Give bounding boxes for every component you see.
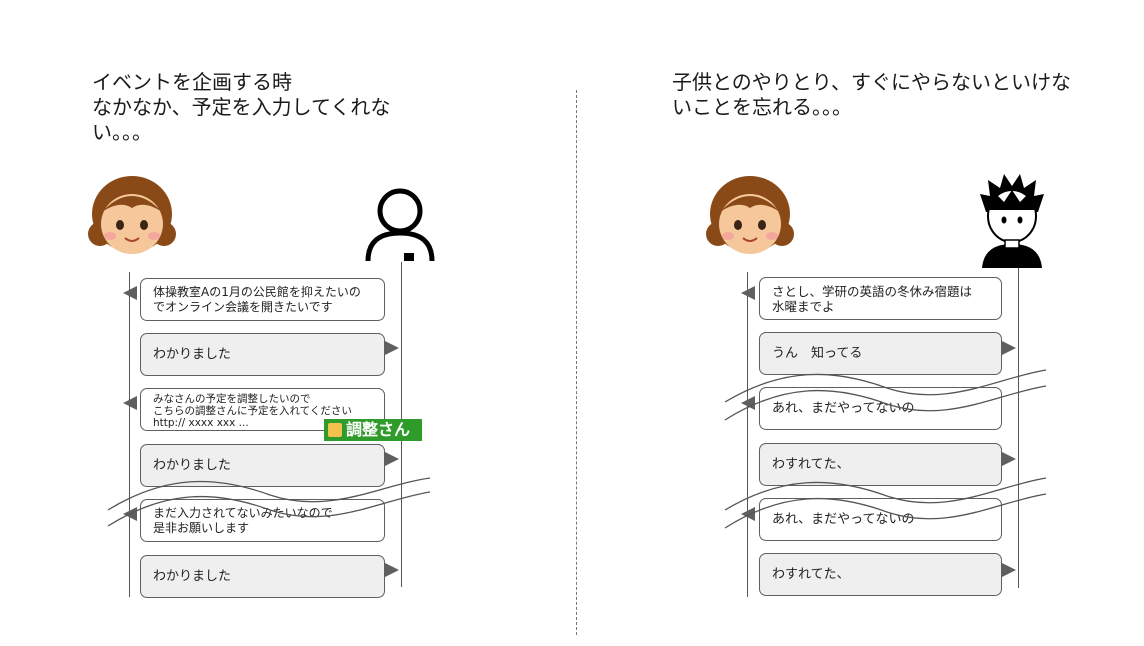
bubble-tail	[123, 396, 137, 410]
left-heading: イベントを企画する時 なかなか、予定を入力してくれない。。。	[92, 70, 391, 144]
time-gap-wave	[107, 477, 431, 527]
bubble-tail	[1002, 341, 1016, 355]
child-avatar-icon	[980, 174, 1044, 268]
user-outline-icon	[365, 188, 435, 262]
right-lane-line	[1018, 268, 1019, 588]
bubble-tail	[385, 341, 399, 355]
bubble-tail	[385, 563, 399, 577]
logo-label: 調整さん	[346, 420, 411, 439]
center-divider	[576, 90, 577, 635]
bubble-tail	[741, 286, 755, 300]
bubble-tail	[1002, 563, 1016, 577]
right-heading: 子供とのやりとり、すぐにやらないといけないことを忘れる。。。	[672, 70, 1071, 119]
mother-avatar-icon	[88, 176, 176, 254]
logo-mark-icon	[328, 423, 342, 437]
left-lane-line	[747, 272, 748, 597]
reply-bubble: わかりました	[140, 555, 385, 598]
reply-bubble: わかりました	[140, 333, 385, 376]
time-gap-wave	[724, 369, 1047, 421]
bubble-tail	[123, 286, 137, 300]
message-bubble: さとし、学研の英語の冬休み宿題は 水曜までよ	[759, 277, 1002, 320]
time-gap-wave	[724, 477, 1047, 529]
mother-avatar-icon	[706, 176, 794, 254]
left-lane-line	[129, 272, 130, 597]
message-bubble: 体操教室Aの1月の公民館を抑えたいのでオンライン会議を開きたいです	[140, 278, 385, 321]
chouseisan-logo: 調整さん	[324, 419, 422, 441]
reply-bubble: わすれてた、	[759, 553, 1002, 596]
bubble-tail	[385, 452, 399, 466]
bubble-tail	[1002, 452, 1016, 466]
